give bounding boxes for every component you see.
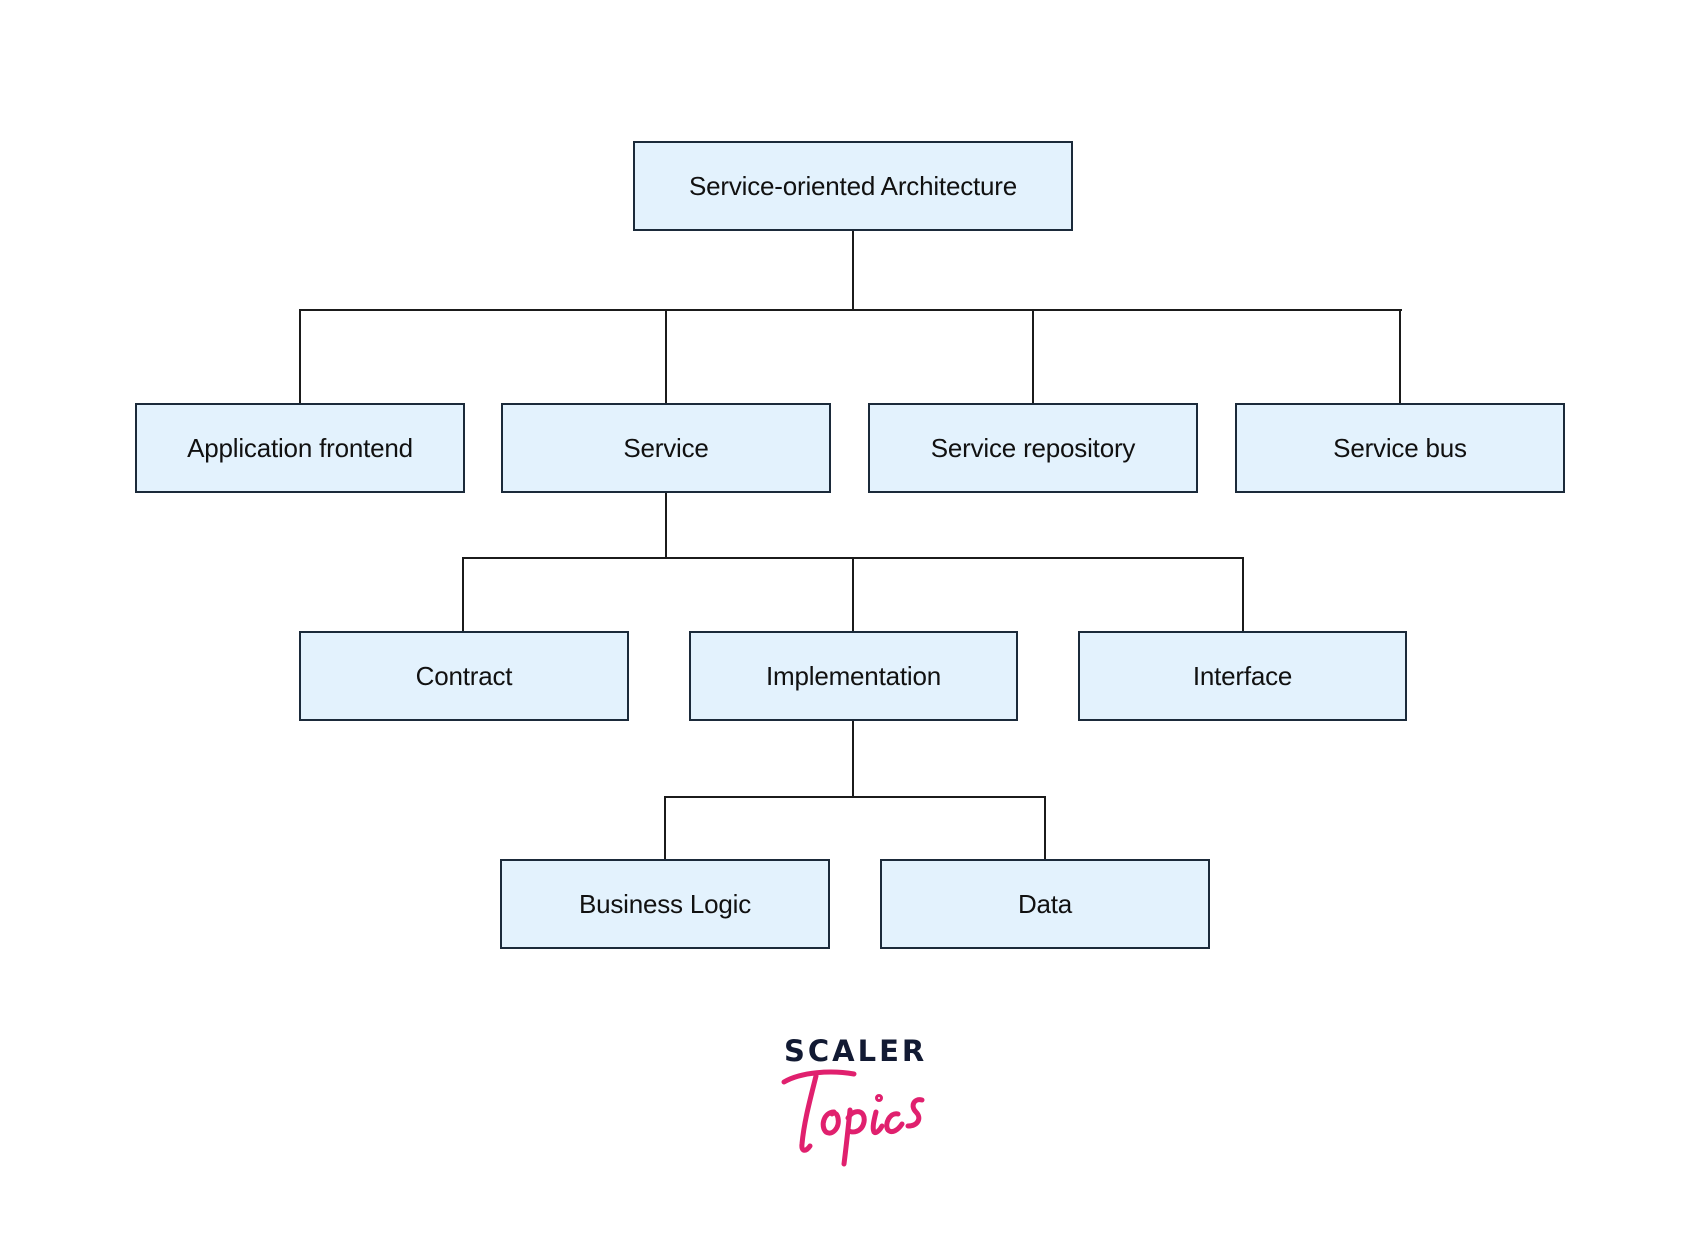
connector-level1-bar xyxy=(299,309,1402,311)
connector-to-contract xyxy=(462,557,464,631)
node-service-repository: Service repository xyxy=(868,403,1198,493)
connector-root-down xyxy=(852,230,854,311)
node-service-oriented-architecture: Service-oriented Architecture xyxy=(633,141,1073,231)
connector-implementation-down xyxy=(852,720,854,797)
logo-topics-s xyxy=(905,1097,925,1129)
node-contract: Contract xyxy=(299,631,629,721)
node-application-frontend: Application frontend xyxy=(135,403,465,493)
connector-service-down xyxy=(665,492,667,558)
logo-topics-t-bar xyxy=(781,1069,857,1085)
logo-topics-o xyxy=(820,1109,841,1136)
logo-topics-t-stem xyxy=(799,1073,819,1153)
connector-to-data xyxy=(1044,796,1046,859)
logo-topics-p xyxy=(841,1107,867,1167)
connector-to-service-repository xyxy=(1032,309,1034,403)
connector-to-interface xyxy=(1242,557,1244,631)
connector-to-business-logic xyxy=(664,796,666,859)
logo-topics-c xyxy=(884,1111,905,1135)
node-interface: Interface xyxy=(1078,631,1407,721)
node-service-bus: Service bus xyxy=(1235,403,1565,493)
connector-level3-bar xyxy=(664,796,1046,798)
node-implementation: Implementation xyxy=(689,631,1018,721)
connector-to-service xyxy=(665,309,667,403)
connector-to-implementation xyxy=(852,557,854,631)
node-business-logic: Business Logic xyxy=(500,859,830,949)
node-service: Service xyxy=(501,403,831,493)
connector-to-service-bus xyxy=(1399,309,1401,403)
node-data: Data xyxy=(880,859,1210,949)
logo-topics-i-dot xyxy=(875,1094,883,1102)
logo-topics-i xyxy=(870,1109,885,1135)
logo-topics-script xyxy=(781,1069,925,1167)
connector-to-app-frontend xyxy=(299,309,301,403)
